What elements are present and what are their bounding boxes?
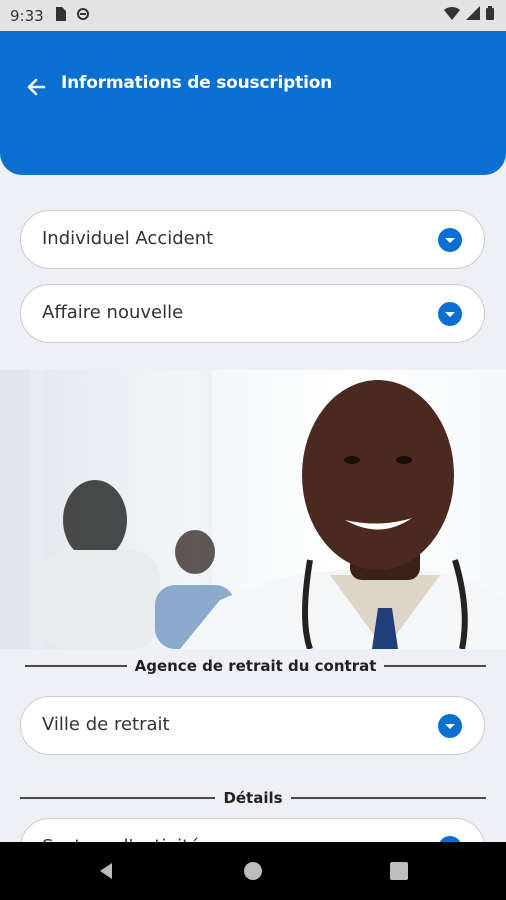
nav-back-icon[interactable] [96, 861, 116, 881]
hero-doctor-image [0, 370, 506, 649]
section-agence-title: Agence de retrait du contrat [134, 657, 377, 675]
chevron-down-circle-icon [438, 302, 462, 326]
section-agence-divider: Agence de retrait du contrat [0, 654, 506, 678]
status-bar: 9:33 [0, 0, 506, 31]
insurance-type-select[interactable]: Individuel Accident [20, 210, 485, 269]
data-saver-icon [76, 7, 90, 25]
section-details-divider: Détails [0, 786, 506, 810]
app-bar: Informations de souscription [0, 31, 506, 175]
battery-icon [486, 6, 494, 24]
section-details-title: Détails [223, 789, 283, 807]
chevron-down-circle-icon [438, 714, 462, 738]
business-type-value: Affaire nouvelle [42, 302, 184, 323]
ville-retrait-placeholder: Ville de retrait [42, 714, 170, 735]
system-nav-bar [0, 842, 506, 900]
insurance-type-value: Individuel Accident [42, 228, 214, 249]
nav-home-icon[interactable] [243, 861, 263, 881]
status-right [444, 6, 494, 24]
arrow-left-icon[interactable] [24, 75, 48, 99]
nav-recents-icon[interactable] [390, 862, 408, 880]
sim-card-icon [54, 6, 66, 25]
business-type-select[interactable]: Affaire nouvelle [20, 284, 485, 343]
signal-icon [466, 6, 480, 24]
ville-retrait-select[interactable]: Ville de retrait [20, 696, 485, 755]
status-time: 9:33 [10, 6, 44, 25]
wifi-icon [444, 6, 460, 24]
chevron-down-circle-icon [438, 228, 462, 252]
page-title: Informations de souscription [61, 73, 333, 93]
